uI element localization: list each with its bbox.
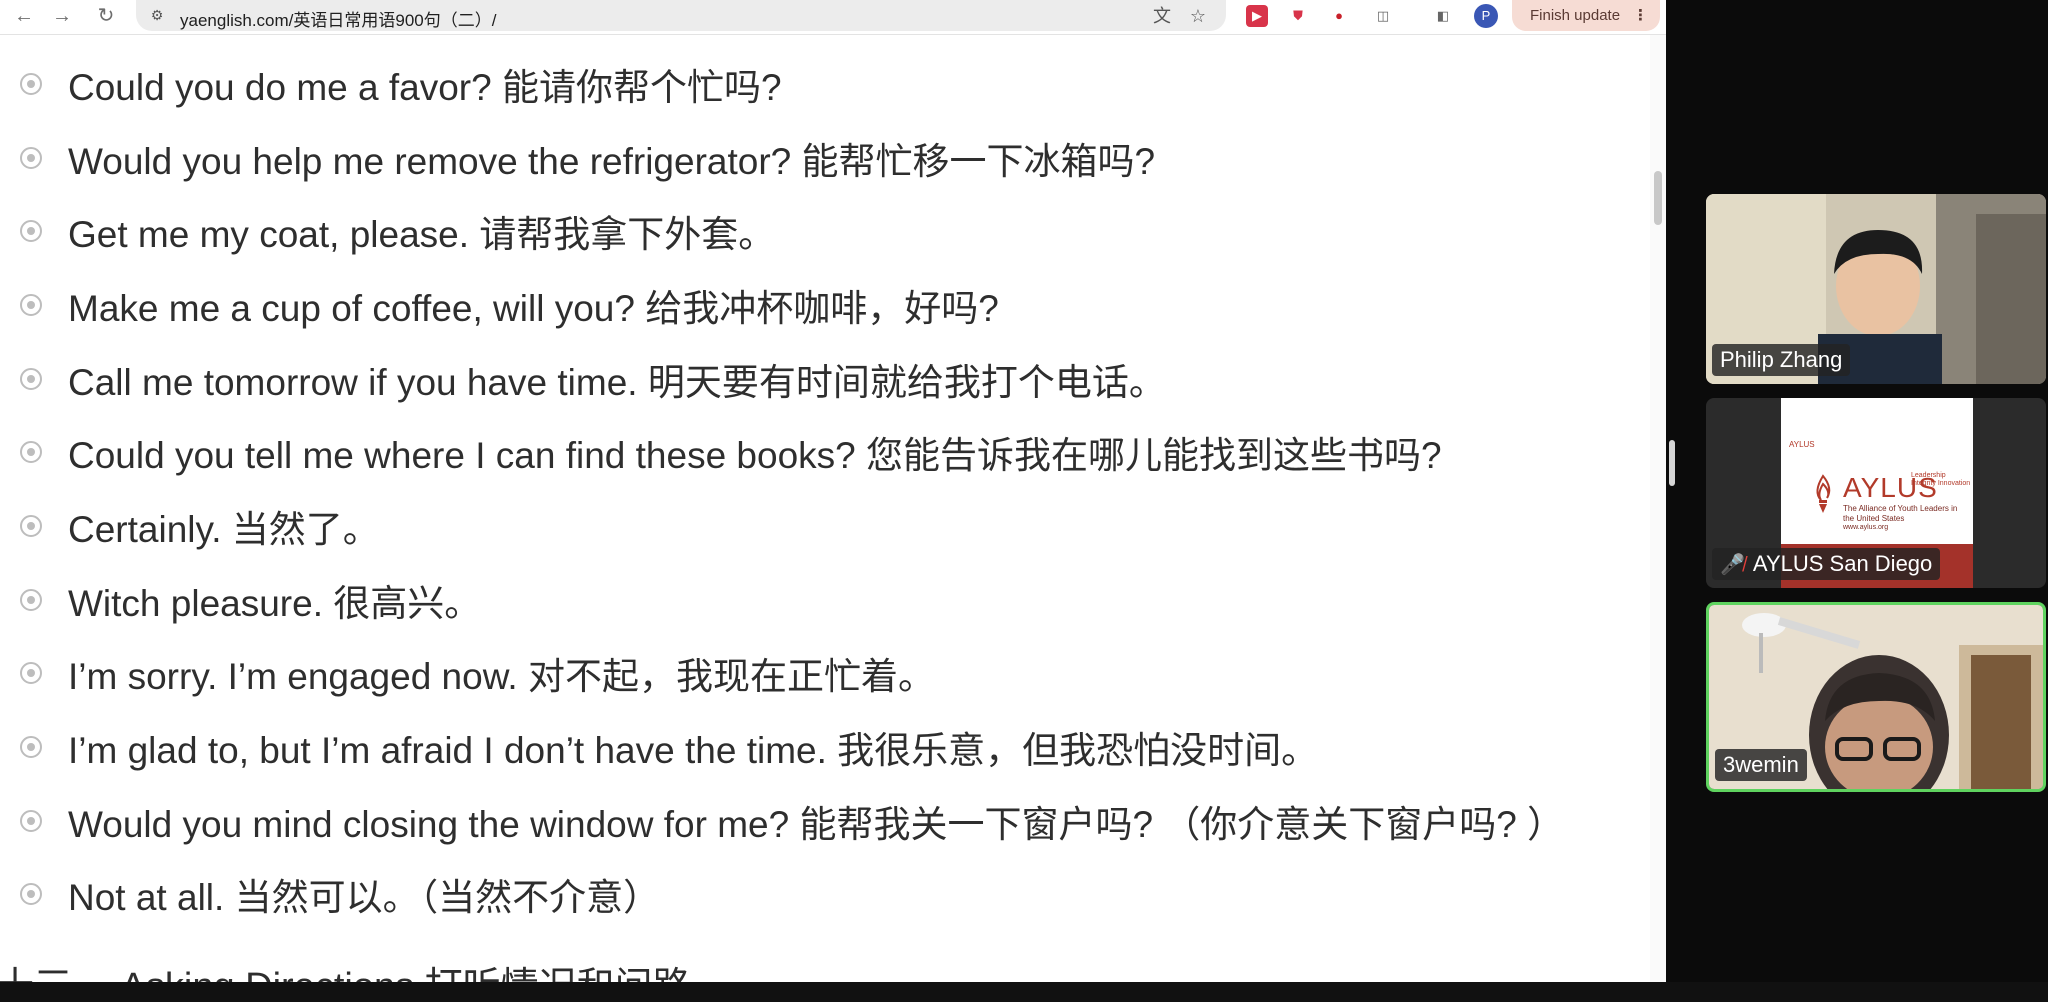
phrase-text: I’m glad to, but I’m afraid I don’t have… bbox=[68, 730, 1319, 771]
muted-mic-icon: 🎤̸ bbox=[1720, 553, 1745, 576]
bullet-icon bbox=[20, 736, 42, 758]
phrase-text: Not at all. 当然可以。（当然不介意） bbox=[68, 877, 661, 918]
extension-shield-icon[interactable]: ⛊ bbox=[1287, 5, 1309, 27]
more-menu-icon[interactable]: ⋮ bbox=[1633, 0, 1648, 31]
browser-window: ← → ↻ ⚙ yaenglish.com/英语日常用语900句（二）/ 文 ☆… bbox=[0, 0, 1666, 982]
aylus-tagline: Leadership Integrity Innovation bbox=[1911, 472, 1971, 487]
extension-dot-icon[interactable]: ● bbox=[1328, 5, 1350, 27]
participant-name-tag: Philip Zhang bbox=[1712, 344, 1851, 376]
list-item: I’m glad to, but I’m afraid I don’t have… bbox=[20, 717, 1318, 777]
bullet-icon bbox=[20, 147, 42, 169]
browser-toolbar: ← → ↻ ⚙ yaenglish.com/英语日常用语900句（二）/ 文 ☆… bbox=[0, 0, 1666, 35]
page-scrollbar[interactable] bbox=[1650, 35, 1666, 982]
section-heading: 十三、 Asking Directions 打听情况和问路 bbox=[0, 955, 691, 982]
participant-name-tag: 3wemin bbox=[1715, 749, 1807, 781]
phrase-text: Could you tell me where I can find these… bbox=[68, 435, 1442, 476]
list-item: I’m sorry. I’m engaged now. 对不起，我现在正忙着。 bbox=[20, 643, 935, 703]
torch-icon bbox=[1816, 474, 1831, 513]
bullet-icon bbox=[20, 883, 42, 905]
address-bar[interactable]: ⚙ yaenglish.com/英语日常用语900句（二）/ 文 ☆ bbox=[136, 0, 1226, 31]
list-item: Could you tell me where I can find these… bbox=[20, 422, 1442, 482]
participant-name: AYLUS San Diego bbox=[1752, 551, 1933, 576]
aylus-website: www.aylus.org bbox=[1843, 524, 1889, 531]
extension-record-icon[interactable]: ▶ bbox=[1246, 5, 1268, 27]
bullet-icon bbox=[20, 441, 42, 463]
panel-resize-handle[interactable] bbox=[1669, 440, 1675, 486]
bookmark-star-icon[interactable]: ☆ bbox=[1186, 4, 1210, 28]
list-item: Get me my coat, please. 请帮我拿下外套。 bbox=[20, 201, 775, 261]
page-content: Could you do me a favor? 能请你帮个忙吗? Would … bbox=[0, 35, 1650, 982]
list-item: Not at all. 当然可以。（当然不介意） bbox=[20, 864, 660, 924]
phrase-text: Get me my coat, please. 请帮我拿下外套。 bbox=[68, 214, 776, 255]
bullet-icon bbox=[20, 220, 42, 242]
phrase-text: Could you do me a favor? 能请你帮个忙吗? bbox=[68, 67, 782, 108]
profile-avatar[interactable]: P bbox=[1474, 4, 1498, 28]
phrase-text: I’m sorry. I’m engaged now. 对不起，我现在正忙着。 bbox=[68, 656, 935, 697]
participant-name-tag: 🎤̸ AYLUS San Diego bbox=[1712, 548, 1941, 580]
bullet-icon bbox=[20, 662, 42, 684]
list-item: Could you do me a favor? 能请你帮个忙吗? bbox=[20, 54, 782, 114]
finish-update-button[interactable]: Finish update ⋮ bbox=[1512, 0, 1660, 31]
list-item: Witch pleasure. 很高兴。 bbox=[20, 570, 481, 630]
bullet-icon bbox=[20, 294, 42, 316]
bullet-icon bbox=[20, 515, 42, 537]
translate-icon[interactable]: 文 bbox=[1150, 4, 1174, 28]
aylus-small-logo-text: AYLUS bbox=[1789, 440, 1815, 449]
phrase-text: Witch pleasure. 很高兴。 bbox=[68, 583, 482, 624]
aylus-subtitle: The Alliance of Youth Leaders in the Uni… bbox=[1843, 504, 1958, 523]
phrase-text: Would you mind closing the window for me… bbox=[68, 804, 1565, 845]
finish-update-label: Finish update bbox=[1530, 7, 1621, 24]
back-icon[interactable]: ← bbox=[10, 2, 38, 30]
side-panel-icon[interactable]: ◧ bbox=[1432, 5, 1454, 27]
list-item: Call me tomorrow if you have time. 明天要有时… bbox=[20, 349, 1166, 409]
site-settings-icon[interactable]: ⚙ bbox=[148, 6, 166, 24]
bullet-icon bbox=[20, 810, 42, 832]
list-item: Would you help me remove the refrigerato… bbox=[20, 128, 1155, 188]
reload-icon[interactable]: ↻ bbox=[92, 2, 120, 30]
bottom-bar bbox=[0, 982, 2048, 1002]
scrollbar-thumb[interactable] bbox=[1654, 171, 1662, 225]
list-item: Certainly. 当然了。 bbox=[20, 496, 380, 556]
participant-tile-3wemin[interactable]: 3wemin bbox=[1706, 602, 2046, 792]
bullet-icon bbox=[20, 368, 42, 390]
list-item: Make me a cup of coffee, will you? 给我冲杯咖… bbox=[20, 275, 999, 335]
extensions-puzzle-icon[interactable]: ◫ bbox=[1372, 5, 1394, 27]
participant-tile-aylus-san-diego[interactable]: AYLUS AYLUS Leadership Integrity Innovat… bbox=[1706, 398, 2046, 588]
bullet-icon bbox=[20, 589, 42, 611]
forward-icon[interactable]: → bbox=[48, 2, 76, 30]
participant-tile-philip-zhang[interactable]: Philip Zhang bbox=[1706, 194, 2046, 384]
url-text[interactable]: yaenglish.com/英语日常用语900句（二）/ bbox=[180, 6, 496, 31]
phrase-text: Make me a cup of coffee, will you? 给我冲杯咖… bbox=[68, 288, 999, 329]
phrase-text: Certainly. 当然了。 bbox=[68, 509, 380, 550]
bullet-icon bbox=[20, 73, 42, 95]
phrase-text: Call me tomorrow if you have time. 明天要有时… bbox=[68, 362, 1166, 403]
phrase-text: Would you help me remove the refrigerato… bbox=[68, 141, 1156, 182]
list-item: Would you mind closing the window for me… bbox=[20, 791, 1564, 851]
participant-name: 3wemin bbox=[1723, 752, 1799, 777]
participant-name: Philip Zhang bbox=[1720, 347, 1843, 372]
